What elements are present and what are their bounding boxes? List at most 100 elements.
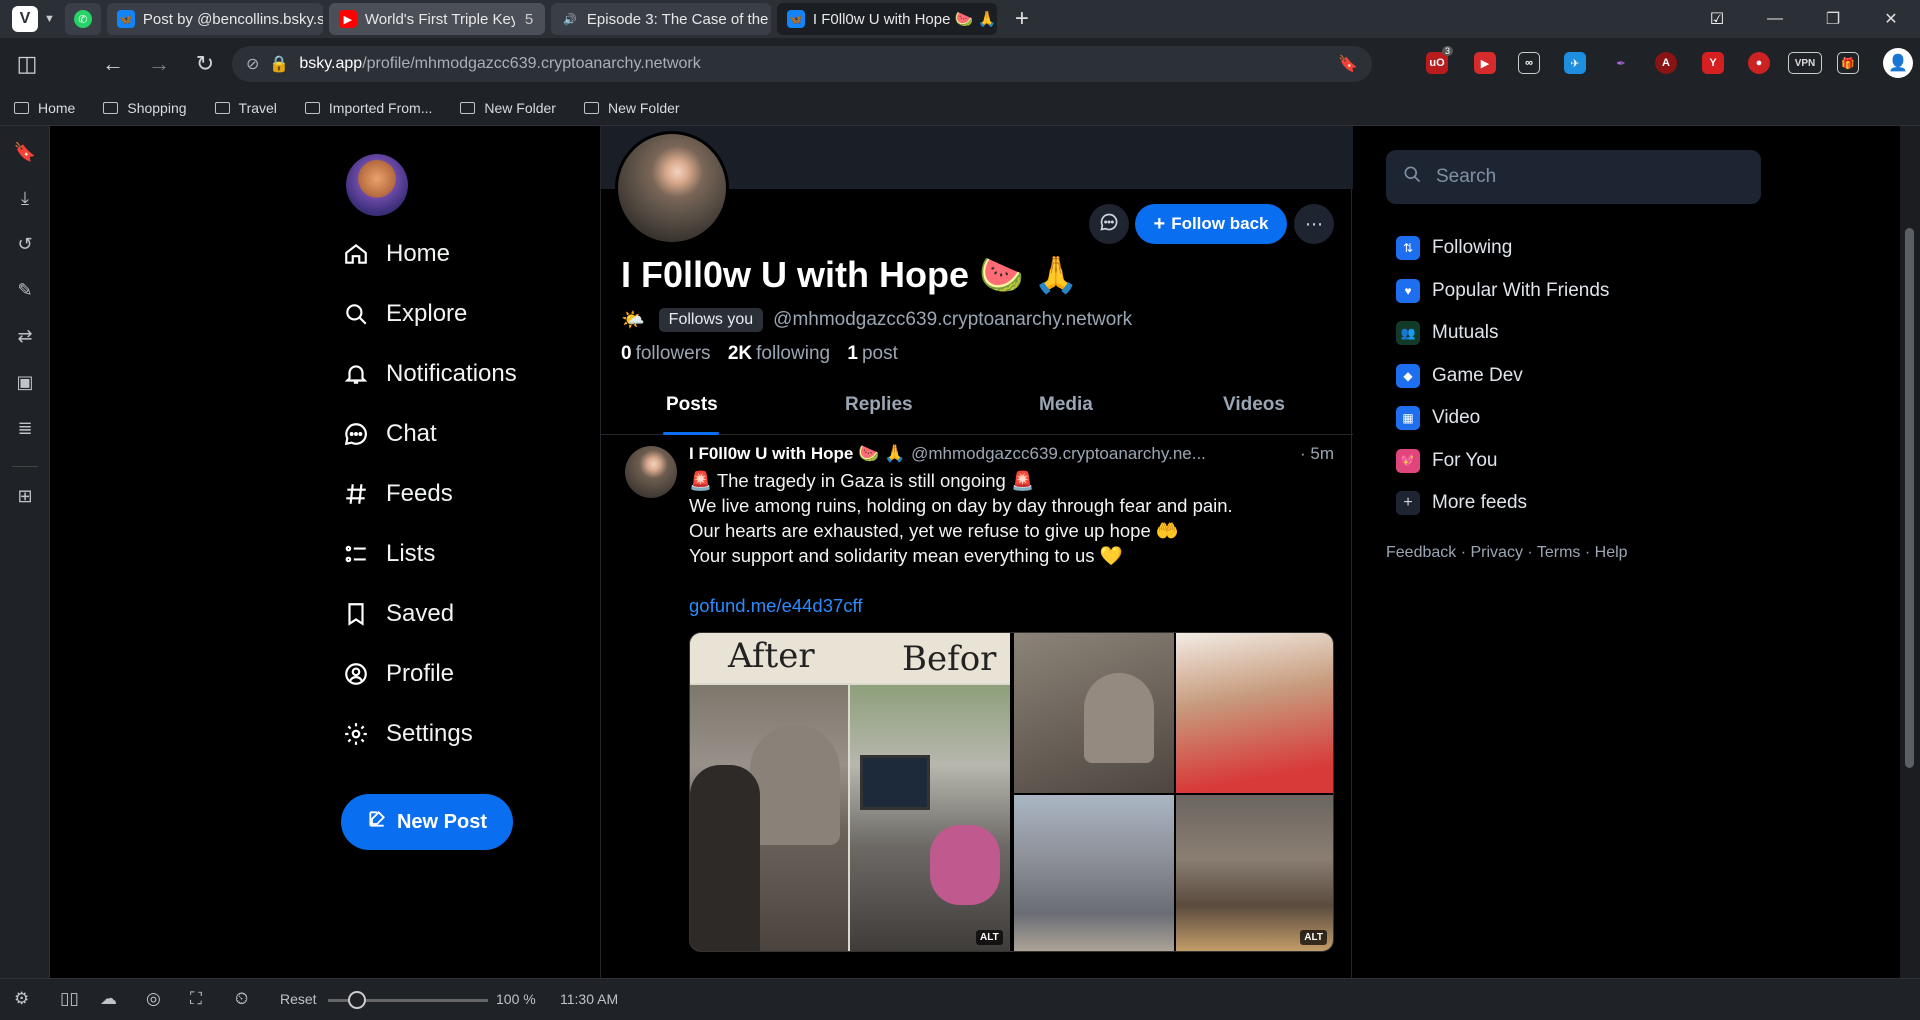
- settings-gear-icon[interactable]: ⚙: [14, 989, 29, 1009]
- link-extension-icon[interactable]: ∞: [1518, 52, 1540, 74]
- tab-bluesky-post[interactable]: 🦋 Post by @bencollins.bsky.so: [106, 3, 323, 35]
- feed-popular-with-friends[interactable]: ♥ Popular With Friends: [1396, 279, 1609, 303]
- youtube-extension-icon[interactable]: ▶: [1474, 52, 1496, 74]
- site-settings-icon[interactable]: ⊘: [246, 54, 259, 74]
- add-panel-icon[interactable]: ⊞: [13, 486, 37, 510]
- tab-replies[interactable]: Replies: [845, 394, 913, 416]
- tab-videos[interactable]: Videos: [1223, 394, 1285, 416]
- new-tab-button[interactable]: +: [1015, 5, 1029, 33]
- clock-icon[interactable]: ⏲: [235, 989, 248, 1009]
- current-user-avatar[interactable]: [346, 154, 408, 216]
- post-image-collage[interactable]: [1014, 633, 1333, 951]
- message-button[interactable]: [1089, 204, 1129, 244]
- close-button[interactable]: ✕: [1862, 9, 1920, 29]
- search-input[interactable]: Search: [1386, 150, 1761, 204]
- profile-avatar[interactable]: [615, 131, 729, 245]
- footer-feedback[interactable]: Feedback: [1386, 544, 1456, 561]
- nav-feeds[interactable]: Feeds: [342, 480, 453, 508]
- tab-episode[interactable]: 🔊 Episode 3: The Case of the: [550, 3, 771, 35]
- feed-following[interactable]: ⇅ Following: [1396, 236, 1512, 260]
- nav-settings[interactable]: Settings: [342, 720, 473, 748]
- post-timestamp[interactable]: · 5m: [1300, 444, 1334, 464]
- feather-extension-icon[interactable]: ✒: [1610, 52, 1632, 74]
- ad-extension-icon[interactable]: A: [1655, 52, 1677, 74]
- more-options-button[interactable]: ⋯: [1294, 204, 1334, 244]
- minimize-button[interactable]: —: [1746, 10, 1804, 28]
- tab-list-icon[interactable]: ☑: [1688, 9, 1746, 29]
- scrollbar-thumb[interactable]: [1905, 228, 1914, 768]
- address-field[interactable]: ⊘ 🔒 bsky.app/profile/mhmodgazcc639.crypt…: [232, 46, 1372, 82]
- post-author-name[interactable]: I F0ll0w U with Hope 🍉 🙏: [689, 444, 905, 464]
- nav-notifications[interactable]: Notifications: [342, 360, 517, 388]
- bookmark-new-folder-2[interactable]: New Folder: [583, 100, 680, 116]
- capture-icon[interactable]: ◎: [146, 989, 161, 1009]
- window-panel-icon[interactable]: ▣: [13, 372, 37, 396]
- bookmark-travel[interactable]: Travel: [214, 100, 277, 116]
- nav-home[interactable]: Home: [342, 240, 450, 268]
- post-author-handle[interactable]: @mhmodgazcc639.cryptoanarchy.ne...: [911, 444, 1206, 464]
- chevron-down-icon[interactable]: ▼: [44, 13, 55, 25]
- footer-help[interactable]: Help: [1595, 544, 1628, 561]
- bookmarks-panel-icon[interactable]: 🔖: [13, 142, 37, 166]
- footer-privacy[interactable]: Privacy: [1470, 544, 1522, 561]
- cloud-icon[interactable]: ☁: [100, 989, 117, 1009]
- nav-explore[interactable]: Explore: [342, 300, 467, 328]
- forward-button[interactable]: →: [136, 51, 182, 77]
- page-scrollbar[interactable]: [1900, 126, 1920, 978]
- history-panel-icon[interactable]: ↺: [13, 234, 37, 258]
- translate-panel-icon[interactable]: ⇄: [13, 326, 37, 350]
- tab-profile[interactable]: 🦋 I F0ll0w U with Hope 🍉 🙏: [776, 3, 997, 35]
- feed-video[interactable]: ▦ Video: [1396, 406, 1480, 430]
- feed-for-you[interactable]: 💖 For You: [1396, 449, 1498, 473]
- profile-avatar-icon[interactable]: 👤: [1883, 48, 1913, 78]
- maximize-button[interactable]: ❐: [1804, 9, 1862, 29]
- followers-link[interactable]: 0 followers: [621, 343, 711, 364]
- notes-panel-icon[interactable]: ✎: [13, 280, 37, 304]
- y-extension-icon[interactable]: Y: [1702, 52, 1724, 74]
- tab-whatsapp[interactable]: ✆: [64, 3, 101, 35]
- reload-button[interactable]: ↻: [182, 51, 228, 77]
- feed-more-feeds[interactable]: + More feeds: [1396, 491, 1527, 515]
- back-button[interactable]: ←: [90, 51, 136, 77]
- post-author-avatar[interactable]: [625, 446, 677, 498]
- zoom-reset-button[interactable]: Reset: [280, 991, 317, 1007]
- translate-extension-icon[interactable]: ✈: [1564, 52, 1586, 74]
- reading-list-panel-icon[interactable]: ≣: [13, 418, 37, 442]
- profile-tabs: Posts Replies Media Videos: [601, 378, 1353, 435]
- tab-youtube[interactable]: ▶ World's First Triple Keyb 5: [328, 3, 545, 35]
- page-actions-icon[interactable]: ⛶: [190, 989, 202, 1009]
- post-link[interactable]: gofund.me/e44d37cff: [689, 595, 863, 617]
- vivaldi-menu-icon[interactable]: V: [12, 6, 38, 32]
- gift-icon[interactable]: 🎁: [1837, 52, 1859, 74]
- nav-label: Saved: [386, 600, 455, 627]
- zoom-slider[interactable]: [328, 991, 488, 1009]
- feed-mutuals[interactable]: 👥 Mutuals: [1396, 321, 1499, 345]
- nav-lists[interactable]: Lists: [342, 540, 435, 568]
- post-image-before-after[interactable]: After Befor: [690, 633, 1010, 951]
- feed-game-dev[interactable]: ◆ Game Dev: [1396, 364, 1523, 388]
- tab-posts[interactable]: Posts: [666, 394, 718, 416]
- bookmark-imported[interactable]: Imported From...: [304, 100, 432, 116]
- vpn-button[interactable]: VPN: [1788, 52, 1822, 74]
- bookmark-new-folder-1[interactable]: New Folder: [460, 100, 556, 116]
- downloads-panel-icon[interactable]: ⤓: [13, 188, 37, 212]
- new-post-button[interactable]: New Post: [341, 794, 513, 850]
- record-extension-icon[interactable]: ●: [1748, 52, 1770, 74]
- nav-chat[interactable]: Chat: [342, 420, 437, 448]
- window-controls: ☑ — ❐ ✕: [1688, 0, 1920, 38]
- zoom-slider-handle[interactable]: [348, 991, 366, 1009]
- alt-badge[interactable]: ALT: [976, 930, 1003, 945]
- bookmark-shopping[interactable]: Shopping: [103, 100, 187, 116]
- footer-terms[interactable]: Terms: [1537, 544, 1581, 561]
- bookmark-icon[interactable]: 🔖: [1338, 54, 1358, 74]
- alt-badge[interactable]: ALT: [1300, 930, 1327, 945]
- tab-media[interactable]: Media: [1039, 394, 1093, 416]
- panel-toggle-icon[interactable]: ◫: [4, 51, 50, 77]
- nav-profile[interactable]: Profile: [342, 660, 454, 688]
- following-link[interactable]: 2K following: [728, 343, 830, 364]
- follow-back-button[interactable]: + Follow back: [1135, 204, 1287, 244]
- bookmark-home[interactable]: Home: [14, 100, 75, 116]
- lock-icon[interactable]: 🔒: [269, 54, 289, 74]
- tile-icon[interactable]: ▯▯: [60, 989, 79, 1009]
- nav-saved[interactable]: Saved: [342, 600, 454, 628]
